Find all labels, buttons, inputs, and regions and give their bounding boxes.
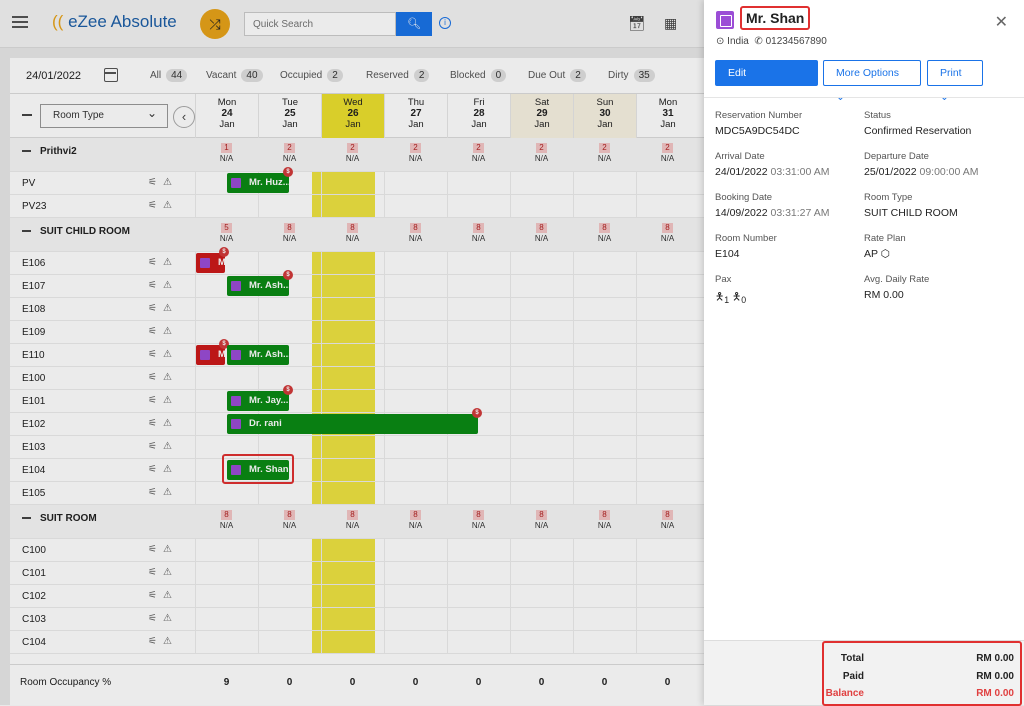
balance-label: Balance bbox=[825, 688, 864, 699]
paid-label: Paid bbox=[842, 671, 864, 682]
total-value: RM 0.00 bbox=[976, 653, 1014, 664]
more-options-label: More Options bbox=[836, 67, 900, 79]
pax-value: 🯅︎1 🯅︎0 bbox=[715, 289, 746, 307]
reservation-number: MDC5A9DC54DC bbox=[715, 125, 800, 137]
departure-time: 09:00:00 AM bbox=[919, 166, 979, 178]
room-number-value: E104 bbox=[715, 248, 740, 260]
phone-icon: ✆ bbox=[754, 36, 763, 47]
departure-label: Departure Date bbox=[864, 151, 929, 162]
booking-time: 03:31:27 AM bbox=[770, 207, 830, 219]
guest-contact: ⊙ India ✆ 01234567890 bbox=[716, 36, 827, 47]
adult-icon: 🯅︎ bbox=[715, 291, 725, 303]
arrival-label: Arrival Date bbox=[715, 151, 765, 162]
rate-plan-label: Rate Plan bbox=[864, 233, 906, 244]
backdrop[interactable] bbox=[0, 0, 704, 705]
room-type-value: SUIT CHILD ROOM bbox=[864, 207, 958, 219]
child-count: 0 bbox=[741, 295, 747, 306]
totals-footer: Total RM 0.00 Paid RM 0.00 Balance RM 0.00 bbox=[704, 640, 1024, 706]
guest-name: Mr. Shan bbox=[740, 6, 811, 30]
status-label: Status bbox=[864, 110, 891, 121]
adult-count: 1 bbox=[724, 295, 730, 306]
departure-value: 25/01/2022 09:00:00 AM bbox=[864, 166, 978, 178]
arrival-value: 24/01/2022 03:31:00 AM bbox=[715, 166, 829, 178]
reservation-number-label: Reservation Number bbox=[715, 110, 803, 121]
avg-daily-rate-label: Avg. Daily Rate bbox=[864, 274, 930, 285]
guest-phone: 01234567890 bbox=[765, 36, 827, 47]
reservation-panel: Mr. Shan ✕ ⊙ India ✆ 01234567890 Edit Re… bbox=[704, 0, 1024, 706]
edit-reservation-button[interactable]: Edit Reservation bbox=[715, 60, 818, 103]
departure-date: 25/01/2022 bbox=[864, 166, 917, 178]
building-icon bbox=[716, 11, 734, 29]
close-icon[interactable]: ✕ bbox=[995, 12, 1008, 32]
booking-date: 14/09/2022 bbox=[715, 207, 768, 219]
guest-country: India bbox=[727, 36, 749, 47]
total-label: Total bbox=[840, 653, 864, 664]
booking-date-label: Booking Date bbox=[715, 192, 773, 203]
paid-value: RM 0.00 bbox=[976, 671, 1014, 682]
room-type-label: Room Type bbox=[864, 192, 913, 203]
rate-plan: AP bbox=[864, 248, 878, 260]
print-button[interactable]: Print ⌄ bbox=[927, 60, 983, 103]
pax-label: Pax bbox=[715, 274, 732, 285]
rate-plan-value: AP ⬡ bbox=[864, 248, 890, 260]
arrival-date: 24/01/2022 bbox=[715, 166, 768, 178]
booking-date-value: 14/09/2022 03:31:27 AM bbox=[715, 207, 829, 219]
more-options-button[interactable]: More Options ⌄ bbox=[823, 60, 921, 103]
location-icon: ⊙ bbox=[716, 36, 725, 47]
balance-value: RM 0.00 bbox=[976, 688, 1014, 699]
package-icon[interactable]: ⬡ bbox=[881, 248, 890, 260]
avg-daily-rate-value: RM 0.00 bbox=[864, 289, 904, 301]
status-value: Confirmed Reservation bbox=[864, 125, 972, 137]
divider bbox=[704, 97, 1024, 98]
print-label: Print bbox=[940, 67, 962, 79]
arrival-time: 03:31:00 AM bbox=[770, 166, 830, 178]
child-icon: 🯅︎ bbox=[732, 291, 742, 303]
room-number-label: Room Number bbox=[715, 233, 777, 244]
totals-box: Total RM 0.00 Paid RM 0.00 Balance RM 0.00 bbox=[822, 641, 1022, 706]
